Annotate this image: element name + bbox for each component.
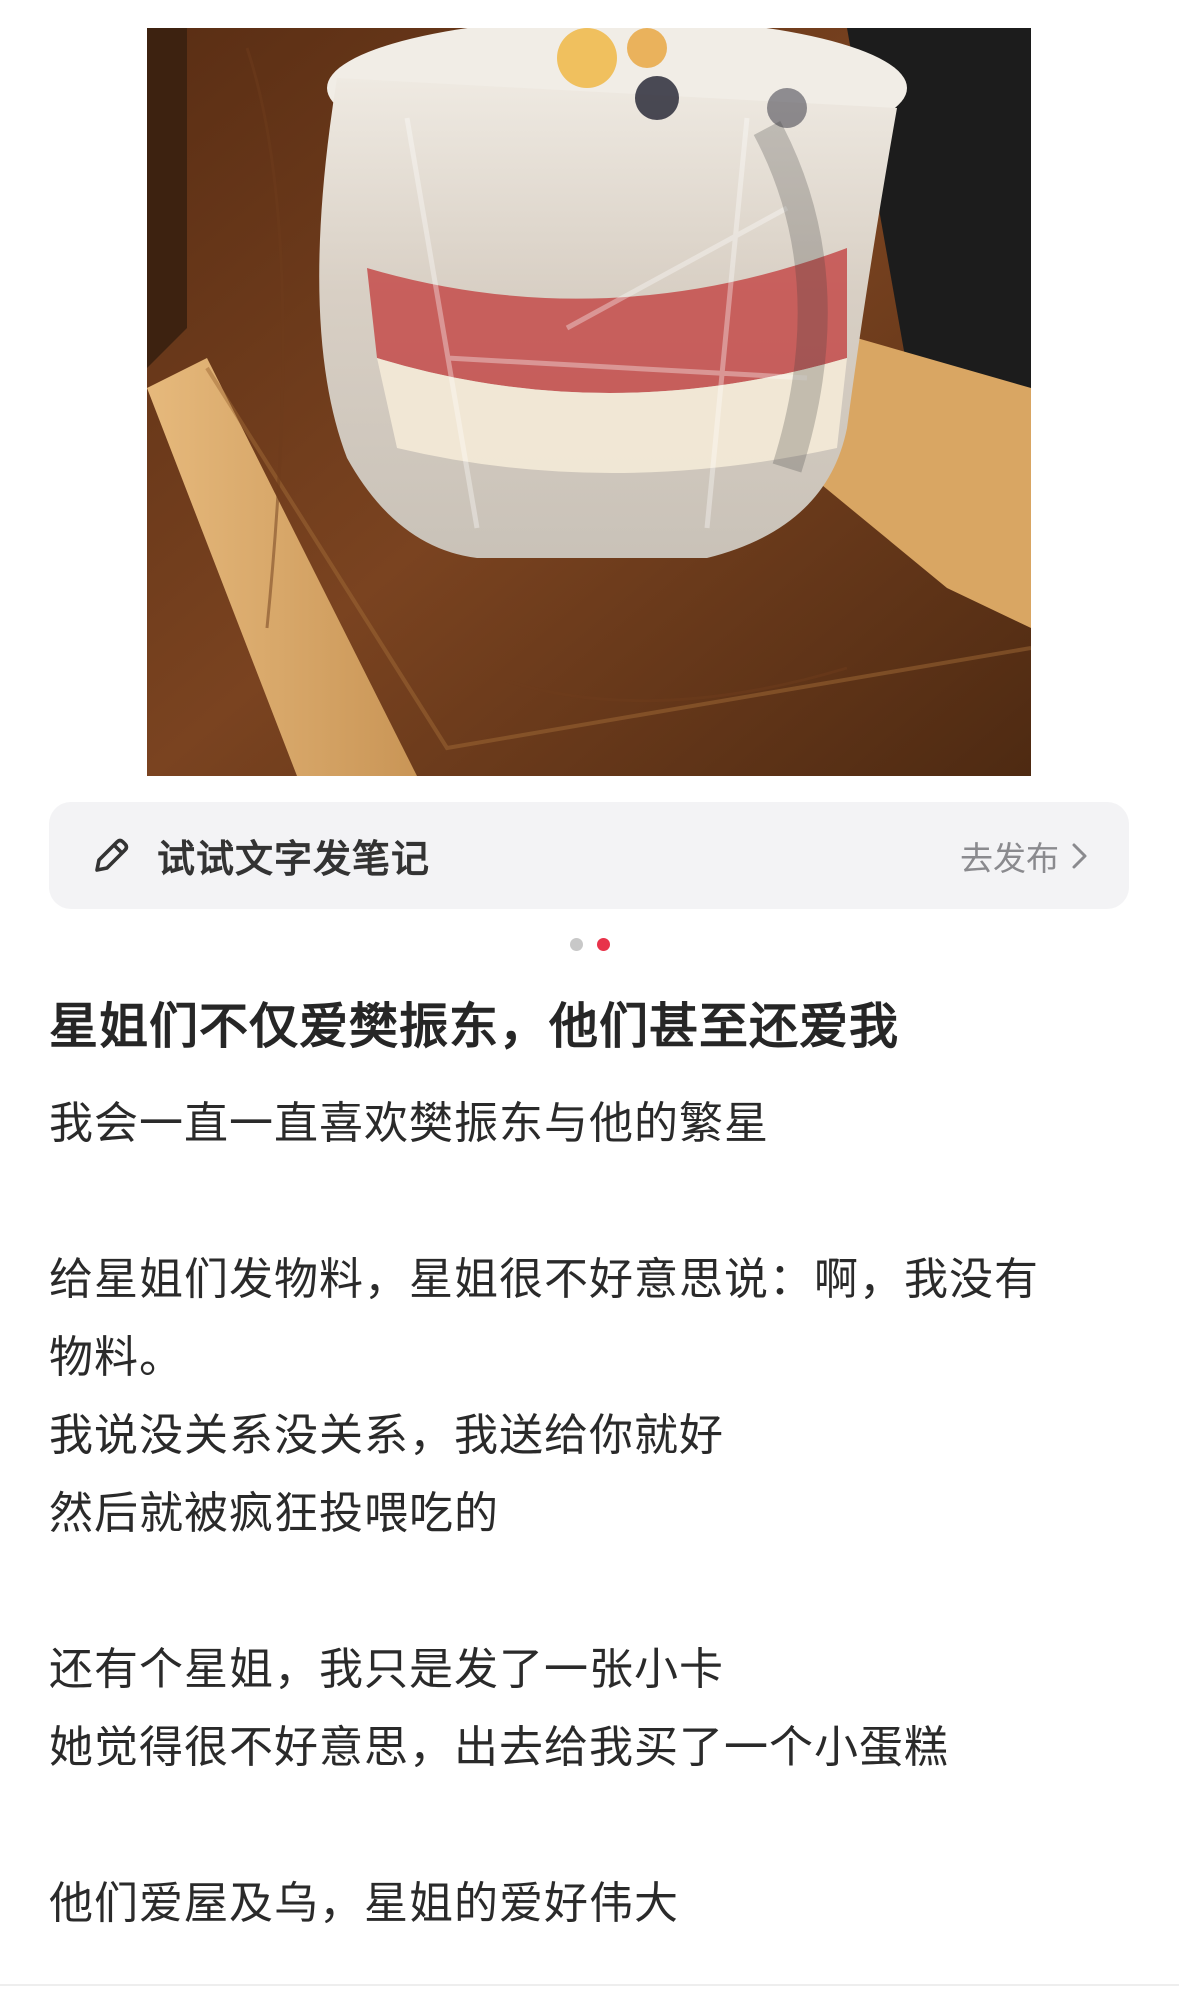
post-body: 我会一直一直喜欢樊振东与他的繁星 给星姐们发物料，星姐很不好意思说：啊，我没有 … [49, 1085, 1139, 1943]
carousel-indicator [0, 938, 1179, 951]
carousel-dot-active[interactable] [596, 938, 610, 951]
body-line: 我说没关系没关系，我送给你就好 [49, 1410, 724, 1461]
body-line: 还有个星姐，我只是发了一张小卡 [49, 1644, 724, 1695]
body-line: 我会一直一直喜欢樊振东与他的繁星 [49, 1098, 769, 1149]
body-line: 给星姐们发物料，星姐很不好意思说：啊，我没有 [49, 1254, 1039, 1305]
publish-prompt: 试试文字发笔记 [157, 837, 431, 881]
body-line [49, 1163, 1139, 1241]
body-line: 他们爱屋及乌，星姐的爱好伟大 [49, 1878, 679, 1929]
divider [0, 1984, 1179, 1986]
body-line: 物料。 [49, 1332, 184, 1383]
pencil-icon [95, 838, 129, 872]
cake-photo-image [147, 28, 1031, 776]
go-publish-label: 去发布 [960, 838, 1059, 878]
chevron-right-icon [1072, 843, 1087, 868]
post-photo[interactable] [147, 28, 1031, 776]
body-line: 她觉得很不好意思，出去给我买了一个小蛋糕 [49, 1722, 949, 1773]
publish-note-bar[interactable]: 试试文字发笔记 去发布 [49, 802, 1129, 909]
body-line [49, 1787, 1139, 1865]
body-line: 然后就被疯狂投喂吃的 [49, 1488, 499, 1539]
body-line [49, 1553, 1139, 1631]
carousel-dot[interactable] [569, 938, 583, 951]
post-title: 星姐们不仅爱樊振东，他们甚至还爱我 [49, 998, 900, 1055]
go-publish-button[interactable]: 去发布 [960, 832, 1089, 880]
